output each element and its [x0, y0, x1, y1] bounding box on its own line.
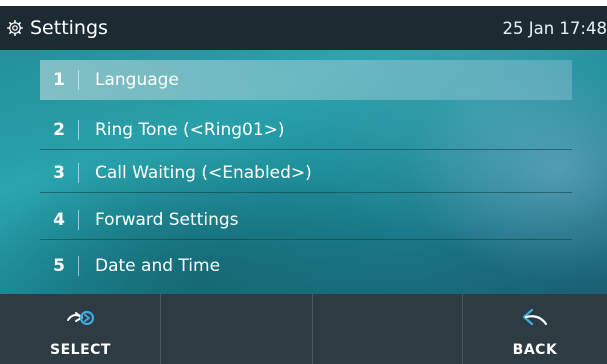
- softkey-label: SELECT: [50, 342, 111, 358]
- menu-item-language[interactable]: 1 Language: [40, 60, 572, 100]
- menu-item-label: Call Waiting (<Enabled>): [95, 163, 312, 183]
- menu-item-number: 1: [53, 70, 65, 90]
- menu-item-number: 2: [53, 120, 65, 140]
- row-divider: [40, 239, 572, 240]
- menu-item-separator: [78, 163, 79, 183]
- row-divider: [40, 149, 572, 150]
- menu-item-number: 5: [53, 256, 65, 276]
- menu-item-number: 3: [53, 163, 65, 183]
- menu-item-separator: [78, 120, 79, 140]
- settings-menu: 1 Language 2 Ring Tone (<Ring01>) 3 Call…: [0, 50, 607, 294]
- gear-icon: [7, 20, 23, 36]
- row-divider: [40, 192, 572, 193]
- menu-item-label: Date and Time: [95, 256, 221, 276]
- empty-softkey-2[interactable]: [161, 294, 313, 364]
- menu-item-forward-settings[interactable]: 4 Forward Settings: [40, 200, 572, 240]
- select-softkey[interactable]: SELECT: [0, 294, 161, 364]
- menu-item-separator: [78, 210, 79, 230]
- title-bar: Settings 25 Jan 17:48: [0, 6, 607, 50]
- phone-screen: Settings 25 Jan 17:48 1 Language 2 Ring …: [0, 0, 607, 364]
- menu-item-number: 4: [53, 210, 65, 230]
- back-softkey[interactable]: BACK: [463, 294, 607, 364]
- select-arrow-icon: [66, 310, 94, 326]
- menu-item-label: Language: [95, 70, 179, 90]
- menu-item-call-waiting[interactable]: 3 Call Waiting (<Enabled>): [40, 153, 572, 193]
- menu-item-label: Ring Tone (<Ring01>): [95, 120, 285, 140]
- softkey-label: BACK: [512, 342, 558, 358]
- menu-item-label: Forward Settings: [95, 210, 239, 230]
- empty-softkey-3[interactable]: [313, 294, 463, 364]
- date-time: 25 Jan 17:48: [502, 19, 607, 38]
- menu-item-ring-tone[interactable]: 2 Ring Tone (<Ring01>): [40, 110, 572, 150]
- page-title: Settings: [30, 17, 108, 39]
- menu-item-separator: [78, 256, 79, 276]
- softkey-bar: SELECT BACK: [0, 294, 607, 364]
- menu-item-date-and-time[interactable]: 5 Date and Time: [40, 246, 572, 286]
- back-arrow-icon: [522, 308, 548, 326]
- menu-item-separator: [78, 70, 79, 90]
